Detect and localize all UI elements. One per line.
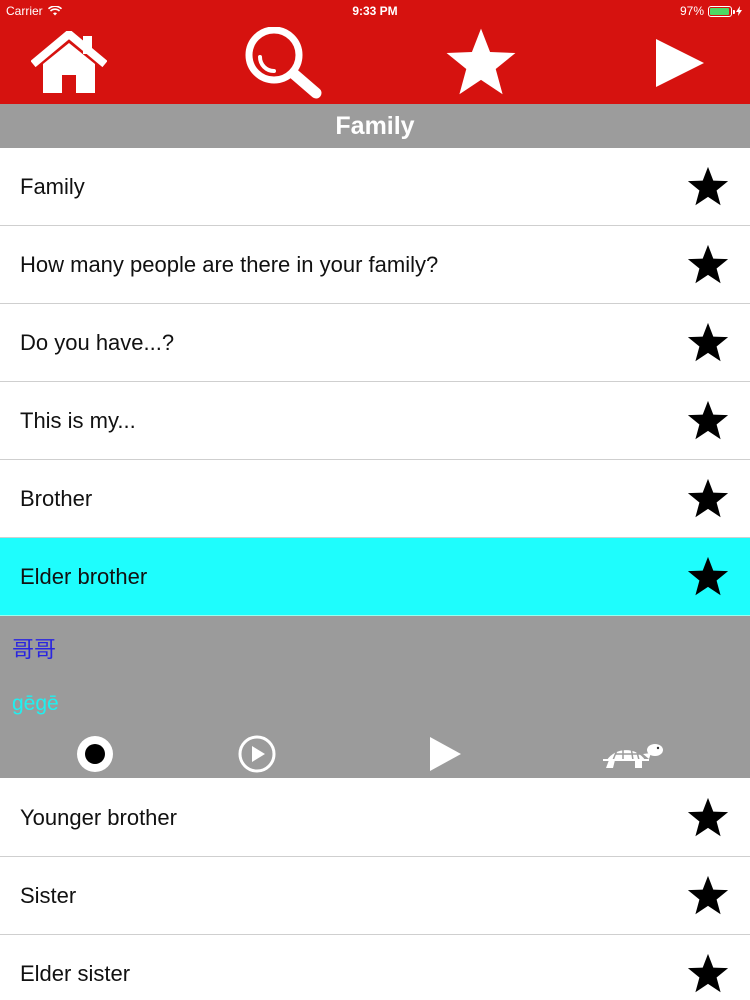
battery-group: 97% (680, 4, 742, 18)
record-icon (77, 736, 113, 772)
battery-percent: 97% (679, 4, 704, 18)
favorite-star-icon[interactable] (686, 953, 730, 995)
search-button[interactable] (224, 22, 344, 104)
status-time: 9:33 PM (352, 4, 398, 18)
list-item-label: Elder brother (20, 563, 148, 589)
favorite-star-icon[interactable] (686, 244, 730, 286)
star-icon (446, 28, 516, 95)
favorite-star-icon[interactable] (686, 166, 730, 208)
top-toolbar (0, 22, 750, 104)
favorite-star-icon[interactable] (686, 478, 730, 520)
chinese-characters: 哥哥 (12, 638, 57, 663)
list-item[interactable]: Younger brother (0, 779, 750, 857)
home-icon (31, 31, 107, 93)
list-item[interactable]: Do you have...? (0, 304, 750, 382)
play-icon (656, 39, 704, 87)
favorite-star-icon[interactable] (686, 400, 730, 442)
search-icon (245, 27, 322, 99)
play-recording-button[interactable] (235, 732, 279, 776)
list-item[interactable]: Brother (0, 460, 750, 538)
list-item-label: Sister (20, 882, 77, 908)
charging-bolt-icon (736, 6, 742, 16)
list-item-label: Do you have...? (20, 329, 175, 355)
list-item-label: Family (20, 173, 85, 199)
home-button[interactable] (9, 22, 129, 104)
play-all-button[interactable] (620, 22, 740, 104)
play-audio-button[interactable] (423, 732, 467, 776)
list-item[interactable]: How many people are there in your family… (0, 226, 750, 304)
phrase-detail-panel: 哥哥 gēgē (0, 616, 750, 778)
favorite-star-icon[interactable] (686, 322, 730, 364)
play-recording-icon (238, 735, 276, 773)
slow-play-button[interactable] (600, 732, 666, 776)
favorites-button[interactable] (421, 22, 541, 104)
pinyin-text: gēgē (12, 692, 59, 715)
play-icon (430, 737, 461, 771)
list-item[interactable]: Sister (0, 857, 750, 935)
status-bar: Carrier 9:33 PM 97% (0, 0, 750, 22)
list-item-label: This is my... (20, 407, 136, 433)
list-item-label: Elder sister (20, 960, 131, 986)
record-button[interactable] (73, 732, 117, 776)
favorite-star-icon[interactable] (686, 556, 730, 598)
list-item-selected[interactable]: Elder brother (0, 538, 750, 616)
list-item[interactable]: Family (0, 148, 750, 226)
list-item[interactable]: Elder sister (0, 935, 750, 1000)
turtle-slow-icon (603, 744, 663, 768)
battery-icon (708, 5, 735, 17)
favorite-star-icon[interactable] (686, 797, 730, 839)
list-item-label: How many people are there in your family… (20, 251, 439, 277)
list-item-label: Younger brother (20, 804, 177, 830)
favorite-star-icon[interactable] (686, 875, 730, 917)
list-item[interactable]: This is my... (0, 382, 750, 460)
section-header: Family (0, 104, 750, 148)
section-title: Family (335, 111, 415, 140)
list-item-label: Brother (20, 485, 93, 511)
